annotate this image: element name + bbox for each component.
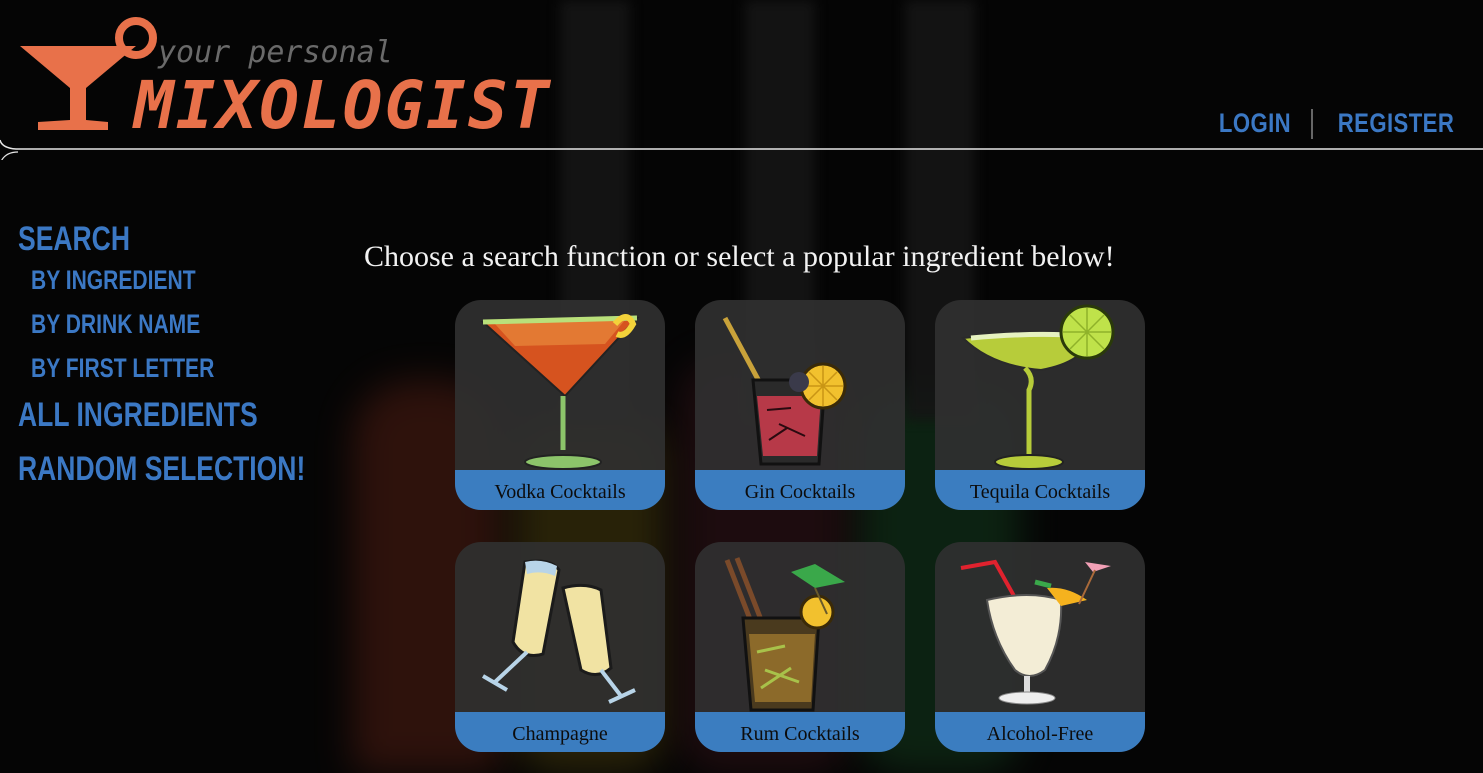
sidebar-item-random-selection[interactable]: RANDOM SELECTION! — [18, 450, 305, 488]
card-label: Rum Cocktails — [695, 712, 905, 752]
highball-glass-icon — [722, 316, 847, 466]
mojito-glass-icon — [724, 557, 845, 712]
auth-divider — [1310, 108, 1313, 139]
card-label: Vodka Cocktails — [455, 470, 665, 510]
card-label: Alcohol-Free — [935, 712, 1145, 752]
page-prompt: Choose a search function or select a pop… — [364, 240, 1115, 273]
sidebar-nav: SEARCH BY INGREDIENT BY DRINK NAME BY FI… — [18, 220, 386, 488]
card-gin-cocktails[interactable]: Gin Cocktails — [695, 300, 905, 510]
login-link[interactable]: LOGIN — [1219, 108, 1291, 139]
card-champagne[interactable]: Champagne — [455, 542, 665, 752]
sidebar-item-search[interactable]: SEARCH — [18, 220, 305, 258]
martini-glass-icon — [480, 314, 640, 470]
site-logo[interactable]: your personal MIXOLOGIST — [18, 16, 598, 156]
cocktail-logo-icon: your personal MIXOLOGIST — [20, 17, 552, 144]
card-vodka-cocktails[interactable]: Vodka Cocktails — [455, 300, 665, 510]
auth-links: LOGIN REGISTER — [1211, 108, 1467, 139]
sidebar-item-all-ingredients[interactable]: ALL INGREDIENTS — [18, 396, 305, 434]
card-label: Tequila Cocktails — [935, 470, 1145, 510]
margarita-glass-icon — [960, 304, 1115, 470]
logo-tagline: your personal — [157, 35, 393, 70]
card-rum-cocktails[interactable]: Rum Cocktails — [695, 542, 905, 752]
card-label: Gin Cocktails — [695, 470, 905, 510]
card-tequila-cocktails[interactable]: Tequila Cocktails — [935, 300, 1145, 510]
sidebar-item-by-drink-name[interactable]: BY DRINK NAME — [31, 302, 308, 346]
ingredient-grid: Vodka Cocktails Gin Cocktails Tequila Co… — [455, 300, 1145, 752]
register-link[interactable]: REGISTER — [1338, 108, 1454, 139]
card-label: Champagne — [455, 712, 665, 752]
sidebar-item-by-first-letter[interactable]: BY FIRST LETTER — [31, 346, 308, 390]
champagne-toast-icon — [481, 559, 636, 704]
pina-colada-icon — [960, 559, 1111, 705]
card-alcohol-free[interactable]: Alcohol-Free — [935, 542, 1145, 752]
logo-title: MIXOLOGIST — [132, 67, 552, 144]
sidebar-item-by-ingredient[interactable]: BY INGREDIENT — [31, 258, 308, 302]
